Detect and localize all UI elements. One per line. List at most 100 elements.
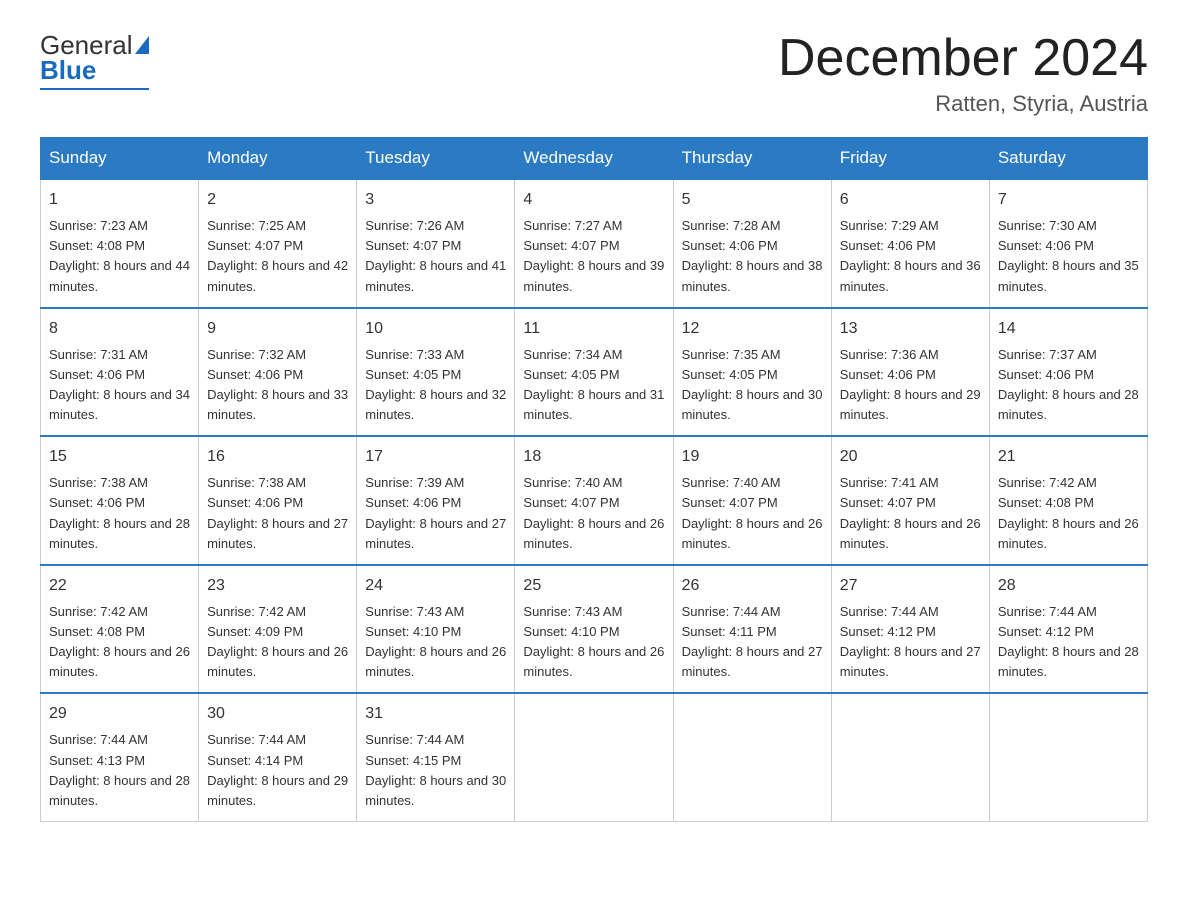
table-row: 23 Sunrise: 7:42 AM Sunset: 4:09 PM Dayl… (199, 565, 357, 694)
table-row: 30 Sunrise: 7:44 AM Sunset: 4:14 PM Dayl… (199, 693, 357, 821)
day-number: 22 (49, 574, 190, 598)
weekday-header-row: Sunday Monday Tuesday Wednesday Thursday… (41, 138, 1148, 180)
day-number: 29 (49, 702, 190, 726)
table-row: 27 Sunrise: 7:44 AM Sunset: 4:12 PM Dayl… (831, 565, 989, 694)
day-number: 6 (840, 188, 981, 212)
table-row: 9 Sunrise: 7:32 AM Sunset: 4:06 PM Dayli… (199, 308, 357, 437)
day-number: 21 (998, 445, 1139, 469)
day-info: Sunrise: 7:43 AM Sunset: 4:10 PM Dayligh… (523, 602, 664, 683)
day-number: 9 (207, 317, 348, 341)
day-info: Sunrise: 7:42 AM Sunset: 4:08 PM Dayligh… (998, 473, 1139, 554)
table-row: 20 Sunrise: 7:41 AM Sunset: 4:07 PM Dayl… (831, 436, 989, 565)
table-row (831, 693, 989, 821)
table-row: 10 Sunrise: 7:33 AM Sunset: 4:05 PM Dayl… (357, 308, 515, 437)
day-info: Sunrise: 7:26 AM Sunset: 4:07 PM Dayligh… (365, 216, 506, 297)
day-number: 28 (998, 574, 1139, 598)
table-row: 18 Sunrise: 7:40 AM Sunset: 4:07 PM Dayl… (515, 436, 673, 565)
day-info: Sunrise: 7:27 AM Sunset: 4:07 PM Dayligh… (523, 216, 664, 297)
table-row: 14 Sunrise: 7:37 AM Sunset: 4:06 PM Dayl… (989, 308, 1147, 437)
day-info: Sunrise: 7:30 AM Sunset: 4:06 PM Dayligh… (998, 216, 1139, 297)
table-row: 29 Sunrise: 7:44 AM Sunset: 4:13 PM Dayl… (41, 693, 199, 821)
day-info: Sunrise: 7:33 AM Sunset: 4:05 PM Dayligh… (365, 345, 506, 426)
day-info: Sunrise: 7:36 AM Sunset: 4:06 PM Dayligh… (840, 345, 981, 426)
day-number: 16 (207, 445, 348, 469)
day-number: 30 (207, 702, 348, 726)
table-row: 12 Sunrise: 7:35 AM Sunset: 4:05 PM Dayl… (673, 308, 831, 437)
day-info: Sunrise: 7:25 AM Sunset: 4:07 PM Dayligh… (207, 216, 348, 297)
day-info: Sunrise: 7:43 AM Sunset: 4:10 PM Dayligh… (365, 602, 506, 683)
day-info: Sunrise: 7:35 AM Sunset: 4:05 PM Dayligh… (682, 345, 823, 426)
header-tuesday: Tuesday (357, 138, 515, 180)
table-row: 31 Sunrise: 7:44 AM Sunset: 4:15 PM Dayl… (357, 693, 515, 821)
day-info: Sunrise: 7:44 AM Sunset: 4:12 PM Dayligh… (998, 602, 1139, 683)
day-number: 24 (365, 574, 506, 598)
day-number: 31 (365, 702, 506, 726)
table-row: 13 Sunrise: 7:36 AM Sunset: 4:06 PM Dayl… (831, 308, 989, 437)
table-row: 4 Sunrise: 7:27 AM Sunset: 4:07 PM Dayli… (515, 179, 673, 308)
day-number: 17 (365, 445, 506, 469)
table-row: 3 Sunrise: 7:26 AM Sunset: 4:07 PM Dayli… (357, 179, 515, 308)
day-number: 19 (682, 445, 823, 469)
day-info: Sunrise: 7:39 AM Sunset: 4:06 PM Dayligh… (365, 473, 506, 554)
table-row: 8 Sunrise: 7:31 AM Sunset: 4:06 PM Dayli… (41, 308, 199, 437)
table-row: 6 Sunrise: 7:29 AM Sunset: 4:06 PM Dayli… (831, 179, 989, 308)
day-info: Sunrise: 7:42 AM Sunset: 4:08 PM Dayligh… (49, 602, 190, 683)
table-row: 15 Sunrise: 7:38 AM Sunset: 4:06 PM Dayl… (41, 436, 199, 565)
table-row: 28 Sunrise: 7:44 AM Sunset: 4:12 PM Dayl… (989, 565, 1147, 694)
day-info: Sunrise: 7:38 AM Sunset: 4:06 PM Dayligh… (207, 473, 348, 554)
calendar-week-row: 22 Sunrise: 7:42 AM Sunset: 4:08 PM Dayl… (41, 565, 1148, 694)
calendar-table: Sunday Monday Tuesday Wednesday Thursday… (40, 137, 1148, 822)
header-monday: Monday (199, 138, 357, 180)
table-row: 25 Sunrise: 7:43 AM Sunset: 4:10 PM Dayl… (515, 565, 673, 694)
day-number: 15 (49, 445, 190, 469)
day-number: 23 (207, 574, 348, 598)
table-row: 26 Sunrise: 7:44 AM Sunset: 4:11 PM Dayl… (673, 565, 831, 694)
table-row: 19 Sunrise: 7:40 AM Sunset: 4:07 PM Dayl… (673, 436, 831, 565)
day-info: Sunrise: 7:44 AM Sunset: 4:13 PM Dayligh… (49, 730, 190, 811)
day-number: 13 (840, 317, 981, 341)
logo: General Blue (40, 30, 149, 90)
day-info: Sunrise: 7:23 AM Sunset: 4:08 PM Dayligh… (49, 216, 190, 297)
logo-triangle-icon (135, 36, 149, 54)
day-number: 5 (682, 188, 823, 212)
day-info: Sunrise: 7:44 AM Sunset: 4:11 PM Dayligh… (682, 602, 823, 683)
table-row: 22 Sunrise: 7:42 AM Sunset: 4:08 PM Dayl… (41, 565, 199, 694)
day-info: Sunrise: 7:29 AM Sunset: 4:06 PM Dayligh… (840, 216, 981, 297)
day-info: Sunrise: 7:34 AM Sunset: 4:05 PM Dayligh… (523, 345, 664, 426)
calendar-week-row: 1 Sunrise: 7:23 AM Sunset: 4:08 PM Dayli… (41, 179, 1148, 308)
header-wednesday: Wednesday (515, 138, 673, 180)
logo-underline (40, 88, 149, 90)
day-info: Sunrise: 7:28 AM Sunset: 4:06 PM Dayligh… (682, 216, 823, 297)
page-header: General Blue December 2024 Ratten, Styri… (40, 30, 1148, 117)
table-row: 5 Sunrise: 7:28 AM Sunset: 4:06 PM Dayli… (673, 179, 831, 308)
table-row: 7 Sunrise: 7:30 AM Sunset: 4:06 PM Dayli… (989, 179, 1147, 308)
day-number: 26 (682, 574, 823, 598)
day-number: 2 (207, 188, 348, 212)
day-info: Sunrise: 7:40 AM Sunset: 4:07 PM Dayligh… (523, 473, 664, 554)
day-number: 12 (682, 317, 823, 341)
day-info: Sunrise: 7:44 AM Sunset: 4:15 PM Dayligh… (365, 730, 506, 811)
day-number: 1 (49, 188, 190, 212)
day-info: Sunrise: 7:38 AM Sunset: 4:06 PM Dayligh… (49, 473, 190, 554)
day-info: Sunrise: 7:41 AM Sunset: 4:07 PM Dayligh… (840, 473, 981, 554)
day-info: Sunrise: 7:44 AM Sunset: 4:12 PM Dayligh… (840, 602, 981, 683)
day-number: 3 (365, 188, 506, 212)
table-row (673, 693, 831, 821)
table-row: 16 Sunrise: 7:38 AM Sunset: 4:06 PM Dayl… (199, 436, 357, 565)
table-row: 17 Sunrise: 7:39 AM Sunset: 4:06 PM Dayl… (357, 436, 515, 565)
day-number: 20 (840, 445, 981, 469)
day-number: 14 (998, 317, 1139, 341)
calendar-week-row: 29 Sunrise: 7:44 AM Sunset: 4:13 PM Dayl… (41, 693, 1148, 821)
table-row: 21 Sunrise: 7:42 AM Sunset: 4:08 PM Dayl… (989, 436, 1147, 565)
day-info: Sunrise: 7:31 AM Sunset: 4:06 PM Dayligh… (49, 345, 190, 426)
header-thursday: Thursday (673, 138, 831, 180)
month-title: December 2024 (778, 30, 1148, 87)
day-number: 25 (523, 574, 664, 598)
table-row (515, 693, 673, 821)
table-row: 2 Sunrise: 7:25 AM Sunset: 4:07 PM Dayli… (199, 179, 357, 308)
day-info: Sunrise: 7:42 AM Sunset: 4:09 PM Dayligh… (207, 602, 348, 683)
calendar-week-row: 15 Sunrise: 7:38 AM Sunset: 4:06 PM Dayl… (41, 436, 1148, 565)
day-info: Sunrise: 7:37 AM Sunset: 4:06 PM Dayligh… (998, 345, 1139, 426)
day-number: 27 (840, 574, 981, 598)
table-row (989, 693, 1147, 821)
